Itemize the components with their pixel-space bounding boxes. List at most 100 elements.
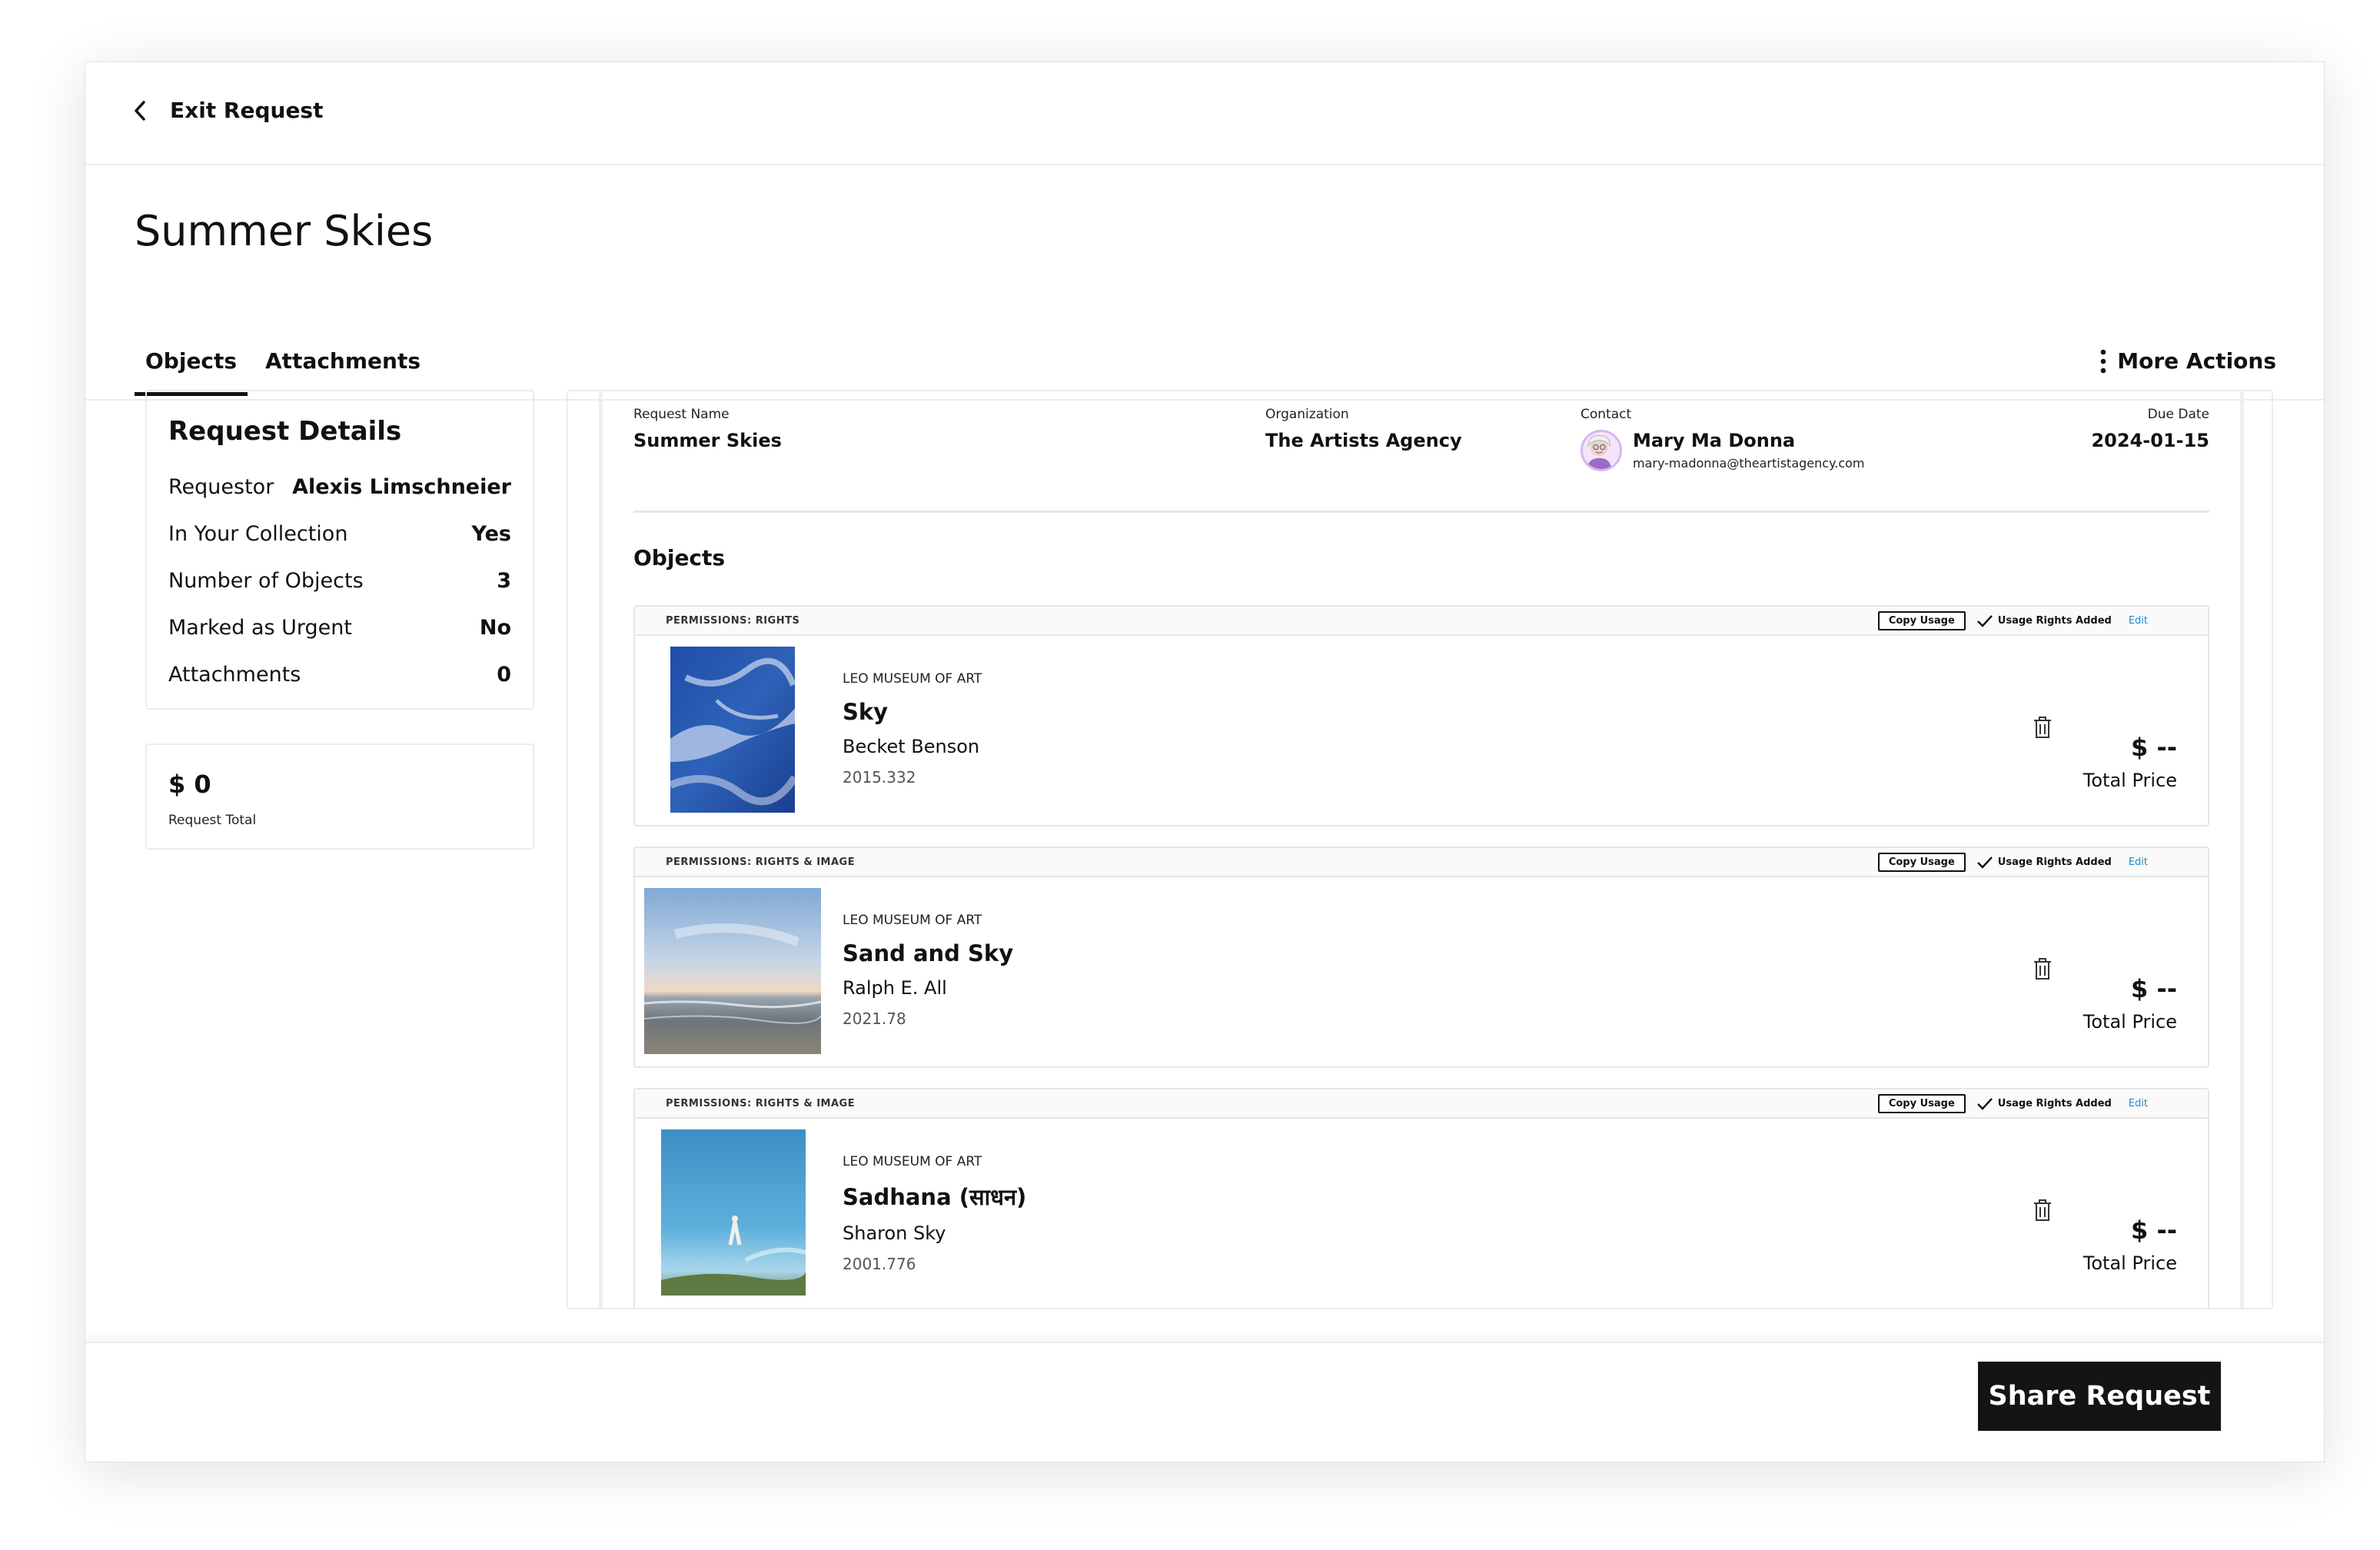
trash-icon[interactable] <box>2033 1199 2053 1222</box>
object-info: LEO MUSEUM OF ART Sand and Sky Ralph E. … <box>843 913 1013 1028</box>
usage-rights-added: Usage Rights Added <box>1976 614 2112 628</box>
share-request-button[interactable]: Share Request <box>1978 1362 2221 1431</box>
tab-objects[interactable]: Objects <box>135 348 248 396</box>
detail-row-in-collection: In Your Collection Yes <box>168 511 511 557</box>
usage-rights-added-label: Usage Rights Added <box>1997 856 2112 868</box>
object-artist: Sharon Sky <box>843 1222 946 1244</box>
request-details-title: Request Details <box>168 416 402 447</box>
edit-link[interactable]: Edit <box>2129 856 2148 868</box>
footer-bar: Share Request <box>85 1342 2324 1462</box>
request-total-card: $ 0 Request Total <box>145 743 534 850</box>
kebab-menu-icon <box>2100 349 2106 373</box>
contact: Mary Ma Donna mary-madonna@theartistagen… <box>1581 430 1865 471</box>
permissions-label: PERMISSIONS: RIGHTS & IMAGE <box>666 1098 856 1109</box>
contact-name: Mary Ma Donna <box>1633 430 1796 451</box>
artwork-thumbnail[interactable] <box>644 888 821 1054</box>
request-meta-row: Request Name Summer Skies Organization T… <box>633 407 2209 513</box>
meta-request-name: Request Name Summer Skies <box>633 407 782 451</box>
object-artist: Ralph E. All <box>843 977 947 999</box>
meta-organization: Organization The Artists Agency <box>1265 407 1462 451</box>
request-total-amount: $ 0 <box>168 770 211 799</box>
trash-icon[interactable] <box>2033 957 2053 980</box>
object-title[interactable]: Sand and Sky <box>843 940 1013 966</box>
object-card: PERMISSIONS: RIGHTS Copy Usage Usage Rig… <box>633 605 2209 827</box>
meta-label: Due Date <box>2147 407 2209 422</box>
object-accession: 2021.78 <box>843 1009 906 1028</box>
object-accession: 2001.776 <box>843 1255 916 1273</box>
detail-value: 3 <box>497 569 511 593</box>
usage-rights-added-label: Usage Rights Added <box>1997 615 2112 627</box>
card-header: PERMISSIONS: RIGHTS & IMAGE Copy Usage U… <box>635 1089 2208 1119</box>
objects-heading: Objects <box>633 545 726 570</box>
detail-label: Number of Objects <box>168 569 364 593</box>
checkmark-icon <box>1976 856 1993 869</box>
copy-usage-button[interactable]: Copy Usage <box>1877 611 1966 630</box>
tab-attachments[interactable]: Attachments <box>265 348 420 392</box>
top-bar: Exit Request <box>85 62 2324 165</box>
checkmark-icon <box>1976 614 1993 627</box>
detail-row-urgent: Marked as Urgent No <box>168 604 511 651</box>
copy-usage-button[interactable]: Copy Usage <box>1877 853 1966 872</box>
price-block: $ -- Total Price <box>2083 1216 2177 1274</box>
meta-due-date: Due Date 2024-01-15 <box>2091 407 2209 451</box>
contact-email: mary-madonna@theartistagency.com <box>1633 456 1865 471</box>
meta-label: Contact <box>1581 407 1632 422</box>
chevron-left-icon <box>135 100 145 121</box>
page-title: Summer Skies <box>135 207 434 255</box>
request-total-label: Request Total <box>168 813 257 828</box>
detail-row-requestor: Requestor Alexis Limschneier <box>168 464 511 511</box>
artwork-thumbnail[interactable] <box>661 1129 806 1296</box>
meta-label: Request Name <box>633 407 730 422</box>
request-window: Exit Request Summer Skies Objects Attach… <box>85 62 2325 1462</box>
exit-request-label: Exit Request <box>170 98 324 123</box>
trash-icon[interactable] <box>2033 716 2053 739</box>
object-info: LEO MUSEUM OF ART Sky Becket Benson 2015… <box>843 671 982 787</box>
card-header: PERMISSIONS: RIGHTS Copy Usage Usage Rig… <box>635 607 2208 636</box>
checkmark-icon <box>1976 1097 1993 1110</box>
detail-value: Yes <box>471 522 511 546</box>
total-price-label: Total Price <box>2082 1011 2177 1033</box>
detail-value: 0 <box>497 663 511 687</box>
detail-label: Marked as Urgent <box>168 616 352 640</box>
detail-row-number-of-objects: Number of Objects 3 <box>168 557 511 604</box>
meta-value: Summer Skies <box>633 430 782 451</box>
total-price-value: $ -- <box>2131 974 2177 1003</box>
object-artist: Becket Benson <box>843 736 980 757</box>
object-museum: LEO MUSEUM OF ART <box>843 913 982 928</box>
usage-rights-added: Usage Rights Added <box>1976 856 2112 870</box>
detail-label: In Your Collection <box>168 522 348 546</box>
meta-contact: Contact Mary Ma Donna mary-madonna@thear… <box>1581 407 1865 471</box>
request-details-card: Request Details Requestor Alexis Limschn… <box>145 390 534 710</box>
meta-value: 2024-01-15 <box>2091 430 2209 451</box>
total-price-label: Total Price <box>2082 1252 2177 1274</box>
total-price-label: Total Price <box>2082 770 2177 791</box>
permissions-label: PERMISSIONS: RIGHTS <box>666 615 800 627</box>
card-actions: Copy Usage Usage Rights Added Edit <box>1877 611 2148 630</box>
detail-value: Alexis Limschneier <box>292 475 511 499</box>
object-title[interactable]: Sky <box>843 699 982 725</box>
card-actions: Copy Usage Usage Rights Added Edit <box>1877 853 2148 872</box>
object-info: LEO MUSEUM OF ART Sadhana (साधन) Sharon … <box>843 1154 1026 1273</box>
detail-label: Requestor <box>168 475 274 499</box>
usage-rights-added-label: Usage Rights Added <box>1997 1098 2112 1109</box>
artwork-thumbnail[interactable] <box>670 647 795 813</box>
objects-panel[interactable]: Request Name Summer Skies Organization T… <box>567 390 2273 1309</box>
permissions-label: PERMISSIONS: RIGHTS & IMAGE <box>666 856 856 868</box>
exit-request-link[interactable]: Exit Request <box>131 98 324 123</box>
detail-label: Attachments <box>168 663 301 687</box>
total-price-value: $ -- <box>2131 733 2177 762</box>
edit-link[interactable]: Edit <box>2129 1098 2148 1109</box>
card-actions: Copy Usage Usage Rights Added Edit <box>1877 1094 2148 1113</box>
usage-rights-added: Usage Rights Added <box>1976 1097 2112 1111</box>
edit-link[interactable]: Edit <box>2129 615 2148 627</box>
object-accession: 2015.332 <box>843 768 916 787</box>
object-card: PERMISSIONS: RIGHTS & IMAGE Copy Usage U… <box>633 847 2209 1068</box>
total-price-value: $ -- <box>2131 1216 2177 1245</box>
copy-usage-button[interactable]: Copy Usage <box>1877 1094 1966 1113</box>
objects-panel-inner: Request Name Summer Skies Organization T… <box>599 391 2244 1308</box>
object-museum: LEO MUSEUM OF ART <box>843 1154 982 1169</box>
object-museum: LEO MUSEUM OF ART <box>843 671 982 687</box>
card-header: PERMISSIONS: RIGHTS & IMAGE Copy Usage U… <box>635 848 2208 877</box>
object-title[interactable]: Sadhana (साधन) <box>843 1182 1026 1212</box>
more-actions-button[interactable]: More Actions <box>2100 348 2276 374</box>
